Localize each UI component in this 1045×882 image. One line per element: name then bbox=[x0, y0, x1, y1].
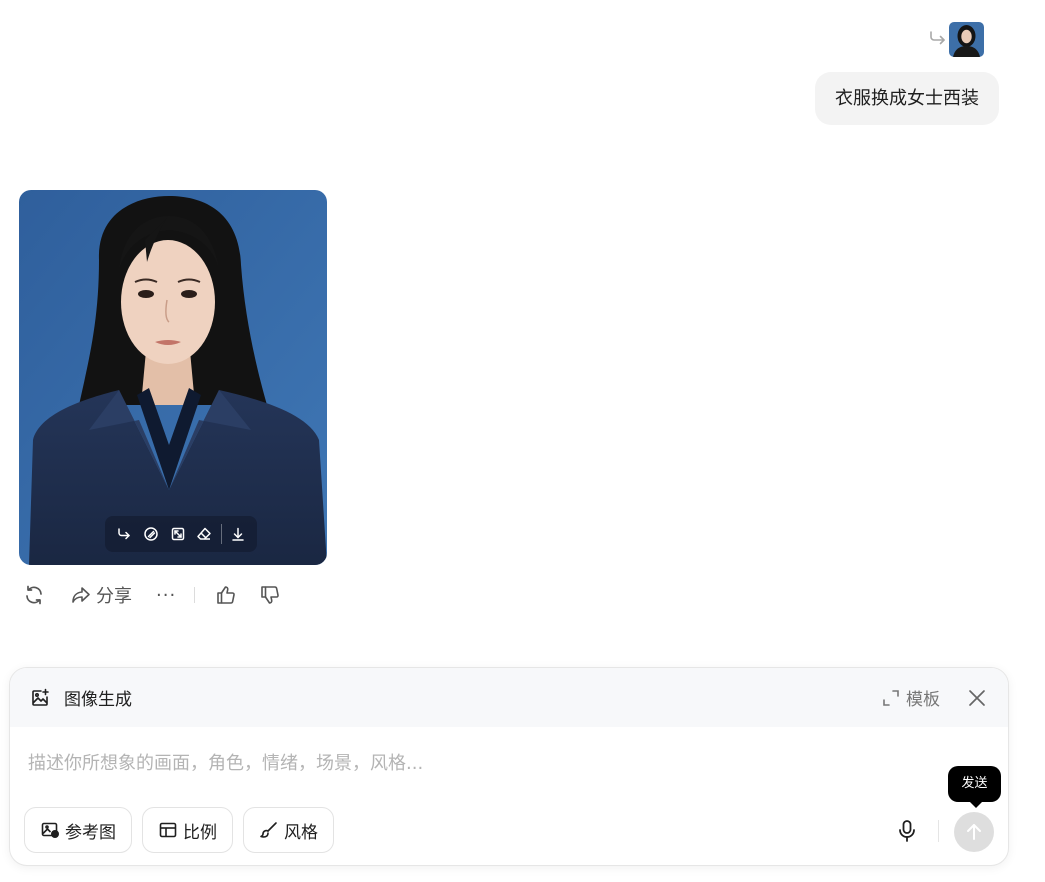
more-button[interactable]: ··· bbox=[156, 585, 176, 606]
expand-crop-icon[interactable] bbox=[164, 520, 191, 548]
prompt-input[interactable] bbox=[28, 748, 928, 778]
eraser-icon[interactable] bbox=[191, 520, 218, 548]
reply-arrow-icon bbox=[928, 28, 948, 48]
reference-image-label: 参考图 bbox=[65, 822, 116, 843]
reference-thumbnail[interactable] bbox=[949, 22, 984, 57]
image-icon bbox=[41, 822, 60, 839]
send-button[interactable] bbox=[954, 812, 994, 852]
style-label: 风格 bbox=[284, 822, 318, 843]
generated-image[interactable] bbox=[19, 190, 327, 565]
send-tooltip: 发送 bbox=[948, 766, 1001, 808]
edit-brush-icon[interactable] bbox=[138, 520, 165, 548]
composer-header: 图像生成 模板 bbox=[10, 668, 1008, 727]
share-button[interactable]: 分享 bbox=[70, 582, 132, 608]
template-button[interactable]: 模板 bbox=[881, 685, 940, 710]
composer-divider bbox=[938, 820, 939, 842]
reply-reference-icon[interactable] bbox=[111, 520, 138, 548]
microphone-icon[interactable] bbox=[896, 819, 918, 843]
style-button[interactable]: 风格 bbox=[243, 807, 334, 853]
brush-icon bbox=[260, 822, 277, 838]
download-icon[interactable] bbox=[224, 520, 251, 548]
template-label: 模板 bbox=[906, 690, 940, 710]
reference-image-button[interactable]: 参考图 bbox=[24, 807, 132, 853]
ratio-label: 比例 bbox=[183, 822, 217, 843]
ratio-button[interactable]: 比例 bbox=[142, 807, 233, 853]
arrow-up-icon bbox=[967, 824, 981, 840]
close-icon[interactable] bbox=[966, 687, 988, 709]
dislike-button[interactable] bbox=[259, 584, 281, 606]
message-actions: 分享 ··· bbox=[22, 580, 281, 610]
toolbar-divider bbox=[220, 524, 222, 544]
regenerate-button[interactable] bbox=[22, 583, 46, 607]
composer-chips: 参考图 比例 风格 bbox=[24, 807, 344, 853]
refresh-icon bbox=[26, 585, 42, 605]
image-generate-icon bbox=[30, 688, 50, 708]
expand-icon bbox=[883, 689, 899, 706]
composer: 图像生成 模板 参考图 比例 bbox=[9, 667, 1009, 866]
image-toolbar bbox=[105, 516, 257, 552]
share-label: 分享 bbox=[96, 586, 132, 607]
ratio-icon bbox=[159, 822, 177, 838]
user-message-bubble: 衣服换成女士西装 bbox=[815, 72, 999, 125]
actions-divider bbox=[194, 587, 196, 603]
thumbs-up-icon bbox=[217, 586, 235, 604]
mode-label: 图像生成 bbox=[64, 690, 132, 710]
share-icon bbox=[72, 587, 90, 603]
like-button[interactable] bbox=[215, 584, 237, 606]
thumbs-down-icon bbox=[261, 586, 279, 604]
portrait-photo bbox=[19, 190, 327, 565]
